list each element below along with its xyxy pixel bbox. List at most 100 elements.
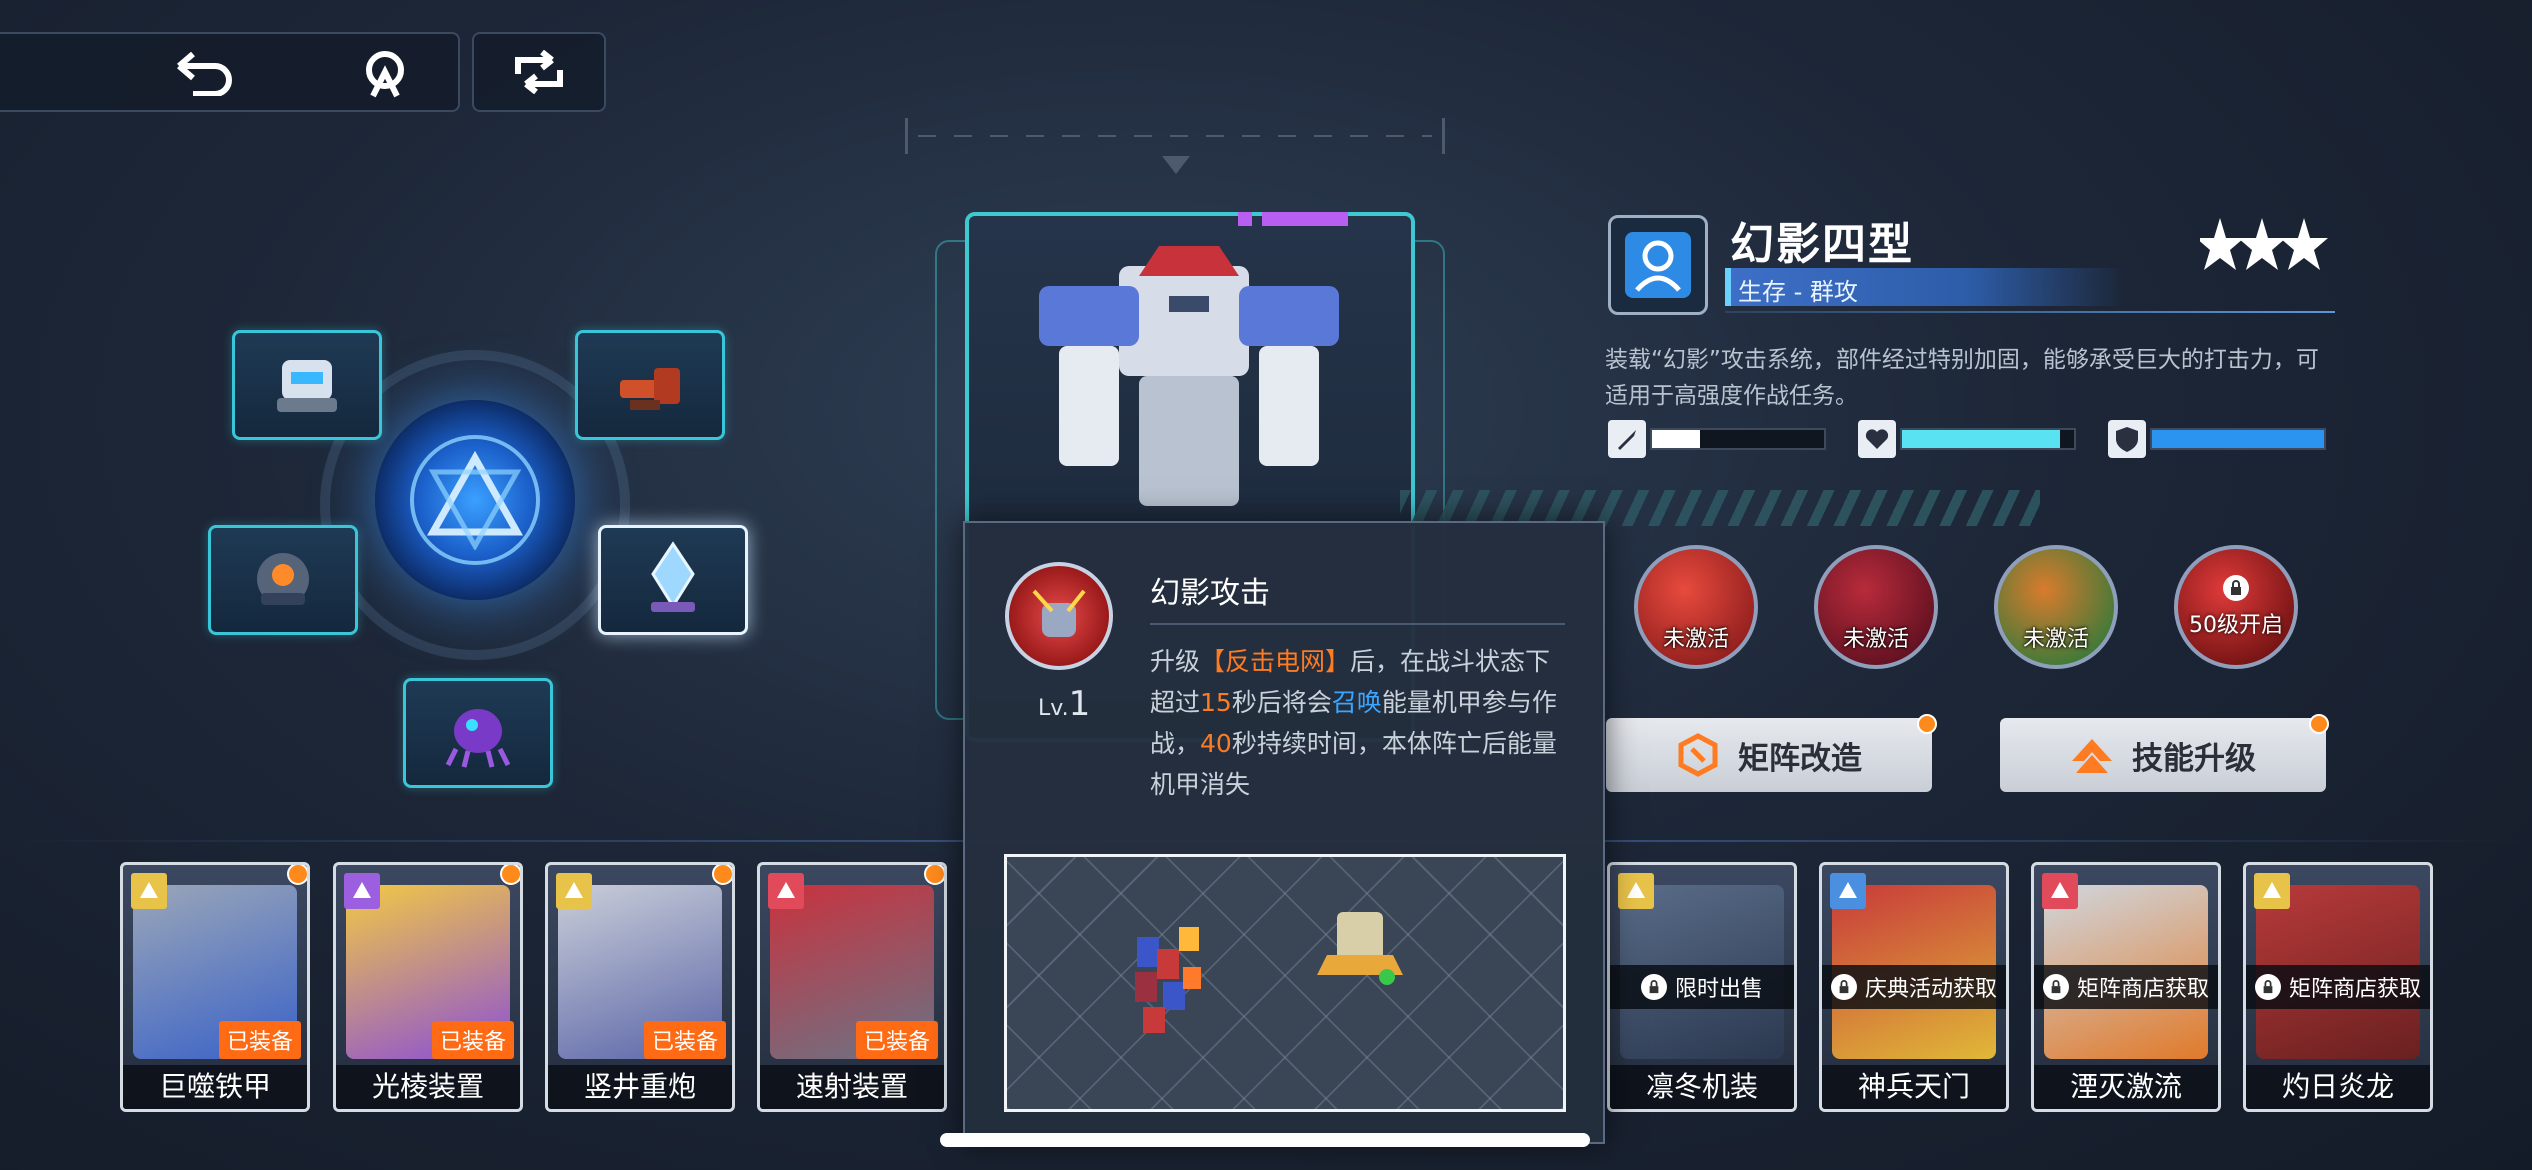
skill-icon	[1005, 562, 1113, 670]
upgrade-arrow-icon	[2072, 739, 2112, 773]
health-stat	[1858, 420, 1896, 458]
rank-icon	[131, 873, 167, 909]
rank-icon	[2042, 873, 2078, 909]
name-underline	[1725, 311, 2335, 313]
slot-claw-bottom[interactable]	[403, 678, 553, 788]
rank-icon	[768, 873, 804, 909]
skill-orb-1[interactable]: 未激活	[1634, 545, 1758, 669]
mech-card[interactable]: 已装备竖井重炮	[545, 862, 735, 1112]
rarity-stars	[2200, 218, 2328, 270]
fist-electric-icon	[1032, 589, 1086, 637]
slot-crystal-right[interactable]	[598, 525, 748, 635]
card-notification-dot	[712, 865, 732, 885]
skill-separator	[1150, 623, 1565, 625]
card-source-label: 矩阵商店获取	[2034, 965, 2218, 1009]
mech-card[interactable]: 矩阵商店获取 灼日炎龙	[2243, 862, 2433, 1112]
top-toolbar	[0, 32, 460, 112]
lock-icon	[1640, 974, 1667, 1000]
crystal-icon	[651, 541, 695, 612]
back-button[interactable]	[160, 34, 250, 114]
equipped-badge: 已装备	[643, 1021, 726, 1059]
mech-description: 装载“幻影”攻击系统，部件经过特别加固，能够承受巨大的打击力，可适用于高强度作战…	[1605, 347, 2319, 409]
card-source-label: 限时出售	[1610, 965, 1794, 1009]
mech-card[interactable]: 已装备 光棱装置	[333, 862, 523, 1112]
upgrade-notification-dot	[2309, 714, 2329, 734]
mech-card[interactable]: 矩阵商店获取 湮灭激流	[2031, 862, 2221, 1112]
matrix-modify-label: 矩阵改造	[1738, 740, 1862, 777]
health-bar-fill	[1902, 430, 2061, 448]
signal-button[interactable]	[340, 34, 430, 114]
top-ruler	[905, 118, 1445, 154]
lock-icon	[2254, 974, 2281, 1000]
refresh-button[interactable]	[472, 32, 606, 112]
rank-icon	[1830, 873, 1866, 909]
defense-bar	[2150, 428, 2326, 450]
cannon-icon	[620, 368, 680, 410]
mech-card-name: 竖井重炮	[548, 1065, 732, 1109]
card-source-label: 矩阵商店获取	[2246, 965, 2430, 1009]
claw-mech-icon	[445, 709, 511, 768]
card-notification-dot	[287, 865, 307, 885]
hexagon-wrench-icon	[1678, 733, 1718, 777]
mech-card-name: 神兵天门	[1822, 1065, 2006, 1109]
undo-arrow-icon	[177, 52, 232, 96]
defense-bar-fill	[2152, 430, 2324, 448]
skill-preview	[1004, 854, 1566, 1112]
mech-robot-art	[1039, 246, 1339, 506]
skill-orb-4[interactable]: 50级开启	[2174, 545, 2298, 669]
heart-icon	[1865, 429, 1889, 449]
mech-name: 幻影四型	[1730, 219, 1914, 270]
equipped-badge: 已装备	[218, 1021, 301, 1059]
health-bar	[1900, 428, 2076, 450]
mech-card-name: 速射装置	[760, 1065, 944, 1109]
ruler-marker	[1162, 156, 1190, 174]
skill-upgrade-button[interactable]: 技能升级	[2000, 718, 2326, 792]
shield-icon	[2116, 427, 2138, 452]
mech-type-avatar	[1608, 215, 1708, 315]
mech-card[interactable]: 已装备 巨噬铁甲	[120, 862, 310, 1112]
pilot-icon	[1625, 232, 1691, 298]
skill-upgrade-label: 技能升级	[2132, 740, 2256, 777]
mech-indicator-bar	[1262, 212, 1348, 226]
skill-orb-3[interactable]: 未激活	[1994, 545, 2118, 669]
mech-card-name: 灼日炎龙	[2246, 1065, 2430, 1109]
slot-core-left[interactable]	[208, 525, 358, 635]
card-source-label: 庆典活动获取	[1822, 965, 2006, 1009]
equipped-badge: 已装备	[431, 1021, 514, 1059]
matrix-modify-button[interactable]: 矩阵改造	[1606, 718, 1932, 792]
battle-preview-art	[1135, 912, 1403, 1033]
mech-tag: 生存 - 群攻	[1738, 278, 1858, 306]
mech-card[interactable]: 已装备速射装置	[757, 862, 947, 1112]
home-indicator[interactable]	[940, 1133, 1590, 1147]
slot-cannon-top-right[interactable]	[575, 330, 725, 440]
skill-orb-4-label: 50级开启	[2189, 613, 2283, 638]
rank-icon	[1618, 873, 1654, 909]
skill-name: 幻影攻击	[1150, 576, 1270, 611]
mech-card-name: 湮灭激流	[2034, 1065, 2218, 1109]
lock-icon	[2223, 575, 2249, 601]
slot-armor-top-left[interactable]	[232, 330, 382, 440]
attack-stat	[1608, 420, 1646, 458]
lock-icon	[2042, 974, 2069, 1000]
mech-card-name: 凛冬机装	[1610, 1065, 1794, 1109]
equipped-badge: 已装备	[855, 1021, 938, 1059]
card-notification-dot	[924, 865, 944, 885]
skill-level: Lv.1	[1038, 684, 1091, 724]
skill-description: 升级【反击电网】后，在战斗状态下超过15秒后将会召唤能量机甲参与作战，40秒持续…	[1150, 647, 1557, 799]
rank-icon	[556, 873, 592, 909]
mech-card[interactable]: 庆典活动获取 神兵天门	[1819, 862, 2009, 1112]
skill-orb-1-label: 未激活	[1662, 627, 1729, 652]
matrix-notification-dot	[1917, 714, 1937, 734]
defense-stat	[2108, 420, 2146, 458]
wireless-tower-icon	[366, 51, 404, 98]
skill-orb-3-label: 未激活	[2022, 627, 2089, 652]
rank-icon	[344, 873, 380, 909]
attack-bar	[1650, 428, 1826, 450]
skill-orb-2-label: 未激活	[1842, 627, 1909, 652]
mech-card[interactable]: 限时出售 凛冬机装	[1607, 862, 1797, 1112]
swap-arrows-icon	[515, 50, 563, 94]
rank-icon	[2254, 873, 2290, 909]
card-notification-dot	[500, 865, 520, 885]
skill-orb-2[interactable]: 未激活	[1814, 545, 1938, 669]
energy-core-icon	[257, 553, 309, 605]
